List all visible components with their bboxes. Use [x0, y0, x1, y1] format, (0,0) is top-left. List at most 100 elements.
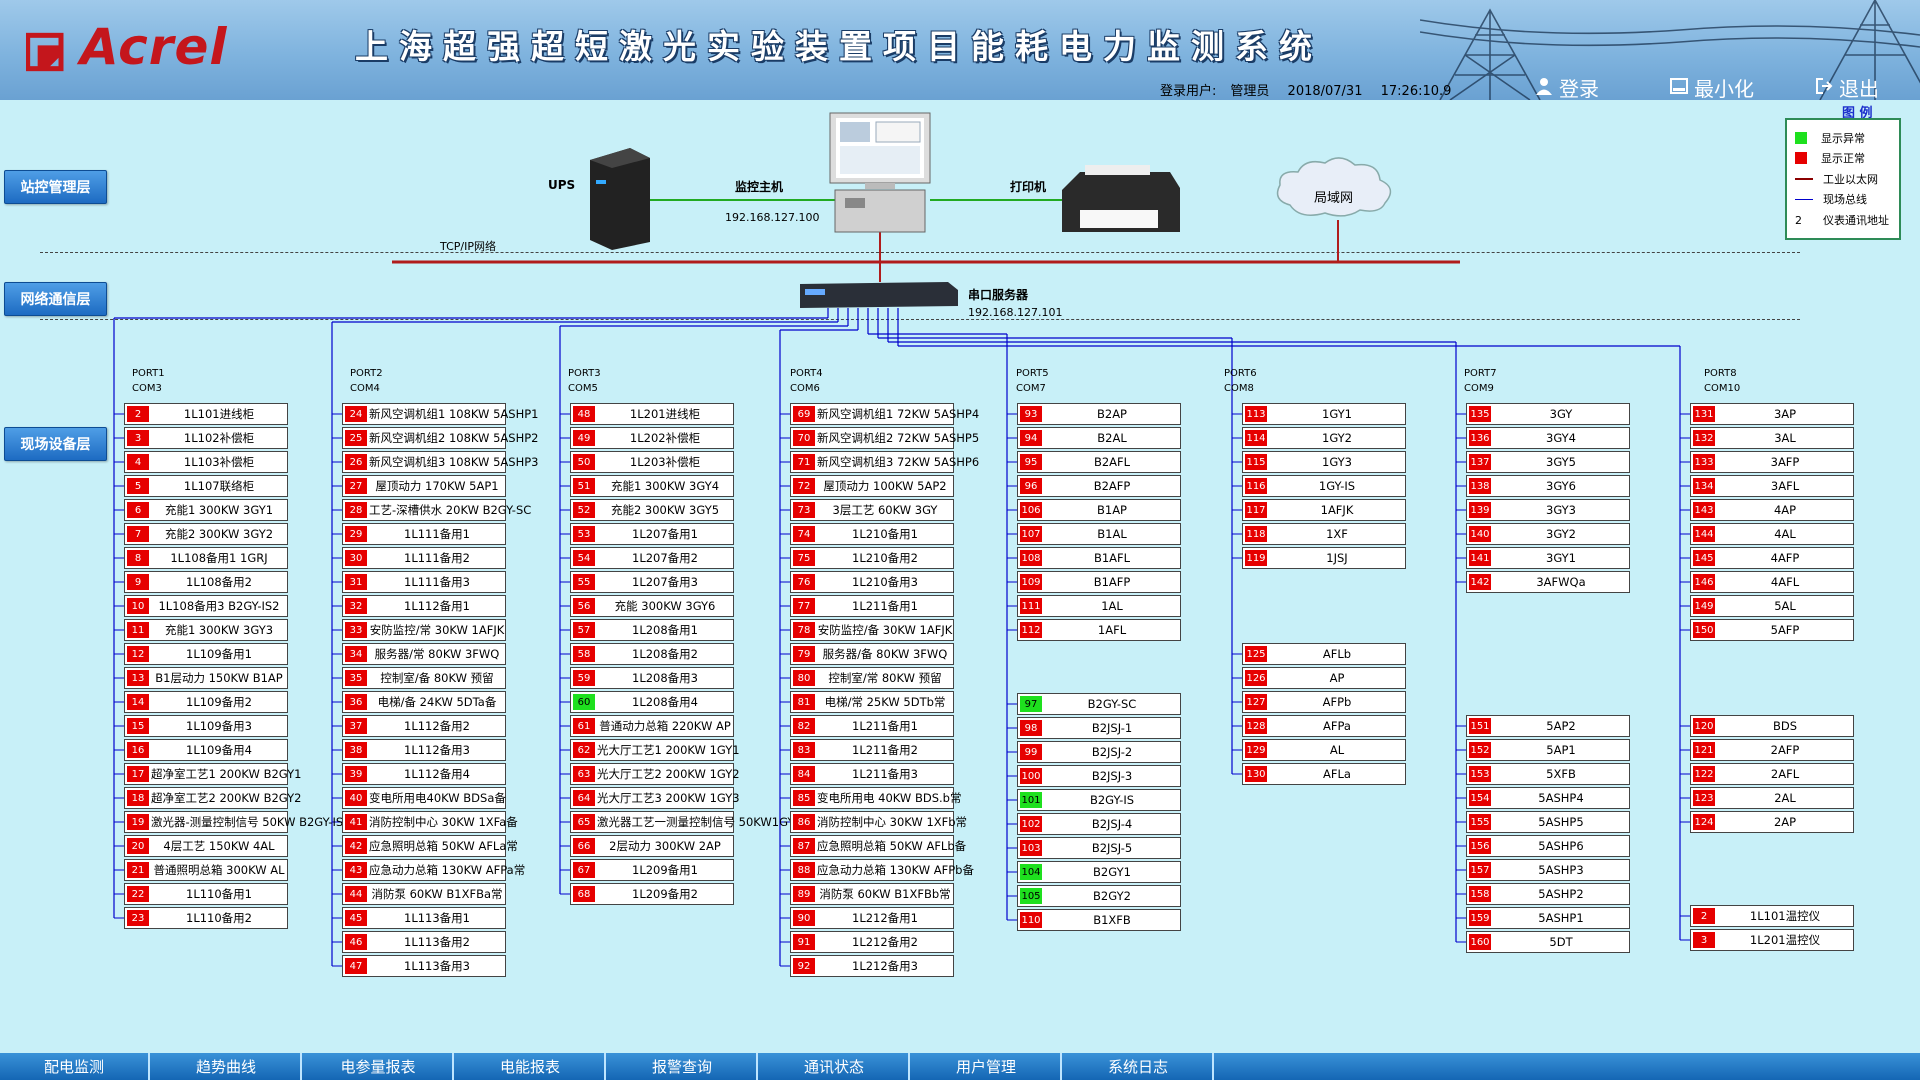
device-item[interactable]: 155 5ASHP5: [1466, 811, 1630, 833]
device-item[interactable]: 154 5ASHP4: [1466, 787, 1630, 809]
device-item[interactable]: 108 B1AFL: [1017, 547, 1181, 569]
device-item[interactable]: 44 消防泵 60KW B1XFBa常: [342, 883, 506, 905]
device-item[interactable]: 51 充能1 300KW 3GY4: [570, 475, 734, 497]
nav-trend-curve[interactable]: 趋势曲线: [152, 1053, 302, 1080]
device-item[interactable]: 113 1GY1: [1242, 403, 1406, 425]
device-item[interactable]: 70 新风空调机组2 72KW 5ASHP5: [790, 427, 979, 449]
device-item[interactable]: 45 1L113备用1: [342, 907, 506, 929]
device-item[interactable]: 30 1L111备用2: [342, 547, 506, 569]
device-item[interactable]: 81 电梯/常 25KW 5DTb常: [790, 691, 954, 713]
device-item[interactable]: 66 2层动力 300KW 2AP: [570, 835, 734, 857]
device-item[interactable]: 46 1L113备用2: [342, 931, 506, 953]
device-item[interactable]: 140 3GY2: [1466, 523, 1630, 545]
device-item[interactable]: 138 3GY6: [1466, 475, 1630, 497]
device-item[interactable]: 158 5ASHP2: [1466, 883, 1630, 905]
device-item[interactable]: 29 1L111备用1: [342, 523, 506, 545]
device-item[interactable]: 131 3AP: [1690, 403, 1854, 425]
device-item[interactable]: 110 B1XFB: [1017, 909, 1181, 931]
device-item[interactable]: 28 工艺-深槽供水 20KW B2GY-SC: [342, 499, 531, 521]
device-item[interactable]: 13 B1层动力 150KW B1AP: [124, 667, 288, 689]
device-item[interactable]: 117 1AFJK: [1242, 499, 1406, 521]
device-item[interactable]: 3 1L102补偿柜: [124, 427, 288, 449]
device-item[interactable]: 74 1L210备用1: [790, 523, 954, 545]
device-item[interactable]: 26 新风空调机组3 108KW 5ASHP3: [342, 451, 538, 473]
device-item[interactable]: 38 1L112备用3: [342, 739, 506, 761]
device-item[interactable]: 64 光大厅工艺3 200KW 1GY3: [570, 787, 740, 809]
device-item[interactable]: 12 1L109备用1: [124, 643, 288, 665]
device-item[interactable]: 101 B2GY-IS: [1017, 789, 1181, 811]
device-item[interactable]: 89 消防泵 60KW B1XFBb常: [790, 883, 954, 905]
device-item[interactable]: 111 1AL: [1017, 595, 1181, 617]
device-item[interactable]: 152 5AP1: [1466, 739, 1630, 761]
device-item[interactable]: 156 5ASHP6: [1466, 835, 1630, 857]
device-item[interactable]: 91 1L212备用2: [790, 931, 954, 953]
device-item[interactable]: 32 1L112备用1: [342, 595, 506, 617]
device-item[interactable]: 15 1L109备用3: [124, 715, 288, 737]
nav-user-management[interactable]: 用户管理: [912, 1053, 1062, 1080]
device-item[interactable]: 130 AFLa: [1242, 763, 1406, 785]
device-item[interactable]: 6 充能1 300KW 3GY1: [124, 499, 288, 521]
device-item[interactable]: 94 B2AL: [1017, 427, 1181, 449]
device-item[interactable]: 160 5DT: [1466, 931, 1630, 953]
device-item[interactable]: 97 B2GY-SC: [1017, 693, 1181, 715]
device-item[interactable]: 47 1L113备用3: [342, 955, 506, 977]
device-item[interactable]: 52 充能2 300KW 3GY5: [570, 499, 734, 521]
device-item[interactable]: 116 1GY-IS: [1242, 475, 1406, 497]
device-item[interactable]: 7 充能2 300KW 3GY2: [124, 523, 288, 545]
device-item[interactable]: 59 1L208备用3: [570, 667, 734, 689]
device-item[interactable]: 149 5AL: [1690, 595, 1854, 617]
device-item[interactable]: 36 电梯/备 24KW 5DTa备: [342, 691, 506, 713]
device-item[interactable]: 127 AFPb: [1242, 691, 1406, 713]
device-item[interactable]: 102 B2JSJ-4: [1017, 813, 1181, 835]
nav-parameter-report[interactable]: 电参量报表: [304, 1053, 454, 1080]
device-item[interactable]: 72 屋顶动力 100KW 5AP2: [790, 475, 954, 497]
device-item[interactable]: 16 1L109备用4: [124, 739, 288, 761]
device-item[interactable]: 2 1L101温控仪: [1690, 905, 1854, 927]
device-item[interactable]: 14 1L109备用2: [124, 691, 288, 713]
device-item[interactable]: 86 消防控制中心 30KW 1XFb常: [790, 811, 967, 833]
device-item[interactable]: 133 3AFP: [1690, 451, 1854, 473]
device-item[interactable]: 103 B2JSJ-5: [1017, 837, 1181, 859]
device-item[interactable]: 122 2AFL: [1690, 763, 1854, 785]
nav-comm-status[interactable]: 通讯状态: [760, 1053, 910, 1080]
nav-system-log[interactable]: 系统日志: [1064, 1053, 1214, 1080]
device-item[interactable]: 136 3GY4: [1466, 427, 1630, 449]
device-item[interactable]: 77 1L211备用1: [790, 595, 954, 617]
device-item[interactable]: 8 1L108备用1 1GRJ: [124, 547, 288, 569]
device-item[interactable]: 135 3GY: [1466, 403, 1630, 425]
device-item[interactable]: 126 AP: [1242, 667, 1406, 689]
device-item[interactable]: 150 5AFP: [1690, 619, 1854, 641]
device-item[interactable]: 124 2AP: [1690, 811, 1854, 833]
device-item[interactable]: 42 应急照明总箱 50KW AFLa常: [342, 835, 518, 857]
device-item[interactable]: 115 1GY3: [1242, 451, 1406, 473]
device-item[interactable]: 80 控制室/常 80KW 预留: [790, 667, 954, 689]
nav-energy-report[interactable]: 电能报表: [456, 1053, 606, 1080]
device-item[interactable]: 49 1L202补偿柜: [570, 427, 734, 449]
device-item[interactable]: 10 1L108备用3 B2GY-IS2: [124, 595, 288, 617]
device-item[interactable]: 58 1L208备用2: [570, 643, 734, 665]
device-item[interactable]: 143 4AP: [1690, 499, 1854, 521]
device-item[interactable]: 123 2AL: [1690, 787, 1854, 809]
device-item[interactable]: 34 服务器/常 80KW 3FWQ: [342, 643, 506, 665]
device-item[interactable]: 60 1L208备用4: [570, 691, 734, 713]
device-item[interactable]: 68 1L209备用2: [570, 883, 734, 905]
nav-power-monitor[interactable]: 配电监测: [0, 1053, 150, 1080]
device-item[interactable]: 25 新风空调机组2 108KW 5ASHP2: [342, 427, 538, 449]
device-item[interactable]: 71 新风空调机组3 72KW 5ASHP6: [790, 451, 979, 473]
device-item[interactable]: 105 B2GY2: [1017, 885, 1181, 907]
device-item[interactable]: 54 1L207备用2: [570, 547, 734, 569]
device-item[interactable]: 98 B2JSJ-1: [1017, 717, 1181, 739]
device-item[interactable]: 157 5ASHP3: [1466, 859, 1630, 881]
device-item[interactable]: 35 控制室/备 80KW 预留: [342, 667, 506, 689]
device-item[interactable]: 2 1L101进线柜: [124, 403, 288, 425]
device-item[interactable]: 141 3GY1: [1466, 547, 1630, 569]
device-item[interactable]: 4 1L103补偿柜: [124, 451, 288, 473]
device-item[interactable]: 82 1L211备用1: [790, 715, 954, 737]
device-item[interactable]: 121 2AFP: [1690, 739, 1854, 761]
device-item[interactable]: 31 1L111备用3: [342, 571, 506, 593]
device-item[interactable]: 114 1GY2: [1242, 427, 1406, 449]
device-item[interactable]: 95 B2AFL: [1017, 451, 1181, 473]
device-item[interactable]: 153 5XFB: [1466, 763, 1630, 785]
device-item[interactable]: 63 光大厅工艺2 200KW 1GY2: [570, 763, 740, 785]
device-item[interactable]: 27 屋顶动力 170KW 5AP1: [342, 475, 506, 497]
